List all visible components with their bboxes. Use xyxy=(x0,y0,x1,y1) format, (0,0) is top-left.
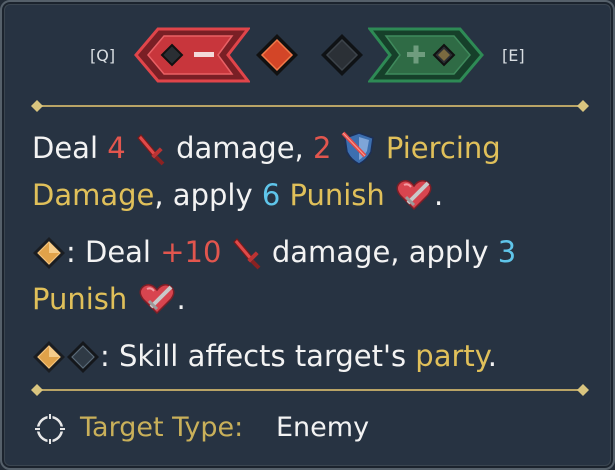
party-keyword[interactable]: party xyxy=(415,339,488,373)
piercing-keyword[interactable]: Piercing xyxy=(377,131,501,165)
punish-value: 3 xyxy=(497,235,517,269)
bonus-damage-value: +10 xyxy=(160,235,222,269)
rank-gem-filled-icon xyxy=(256,34,298,76)
text-deal: : Deal xyxy=(66,235,161,269)
prev-hotkey-label: [Q] xyxy=(90,46,116,65)
text-damage-apply: damage, apply xyxy=(262,235,498,269)
crosshair-icon xyxy=(34,413,66,445)
target-type-label: Target Type: xyxy=(80,412,244,443)
next-hotkey-label: [E] xyxy=(502,46,525,65)
punish-heart-icon xyxy=(396,179,432,211)
description-line-5: : Skill affects target's party. xyxy=(32,339,497,374)
punish-keyword[interactable]: Punish xyxy=(32,282,127,316)
text-damage: damage, xyxy=(166,131,313,165)
divider xyxy=(31,384,589,396)
description-line-3: : Deal +10 damage, apply 3 xyxy=(32,235,516,270)
divider xyxy=(31,100,589,112)
damage-value: 4 xyxy=(107,131,126,165)
text-apply: , apply xyxy=(154,178,262,212)
text-deal: Deal xyxy=(32,131,108,165)
description-line-1: Deal 4 damage, 2 Piercing xyxy=(32,130,501,166)
increase-rank-button[interactable] xyxy=(368,26,486,84)
punish-keyword[interactable]: Punish xyxy=(280,178,385,212)
decrease-rank-button[interactable] xyxy=(132,26,250,84)
gold-diamond-icon xyxy=(33,341,65,373)
damage-keyword[interactable]: Damage xyxy=(32,178,154,212)
sword-damage-icon xyxy=(232,238,261,270)
description-line-4: Punish . xyxy=(32,281,186,317)
text-period: . xyxy=(434,178,444,212)
punish-heart-icon xyxy=(139,283,175,315)
text-period: . xyxy=(487,339,498,373)
gold-diamond-icon xyxy=(33,237,65,269)
description-line-2: Damage, apply 6 Punish . xyxy=(32,177,443,213)
piercing-shield-icon xyxy=(341,131,374,165)
punish-value: 6 xyxy=(261,178,281,212)
dark-diamond-icon xyxy=(67,341,99,373)
skill-tooltip: [Q] [E] Deal 4 damage, 2 Piercing Damage… xyxy=(0,0,615,470)
piercing-value: 2 xyxy=(313,131,332,165)
sword-damage-icon xyxy=(137,134,165,166)
minus-icon xyxy=(194,52,214,57)
rank-gem-empty-icon xyxy=(321,34,363,76)
target-type-value: Enemy xyxy=(276,412,370,443)
text-period: . xyxy=(176,282,186,316)
text-skill-affects: : Skill affects target's xyxy=(100,339,416,373)
